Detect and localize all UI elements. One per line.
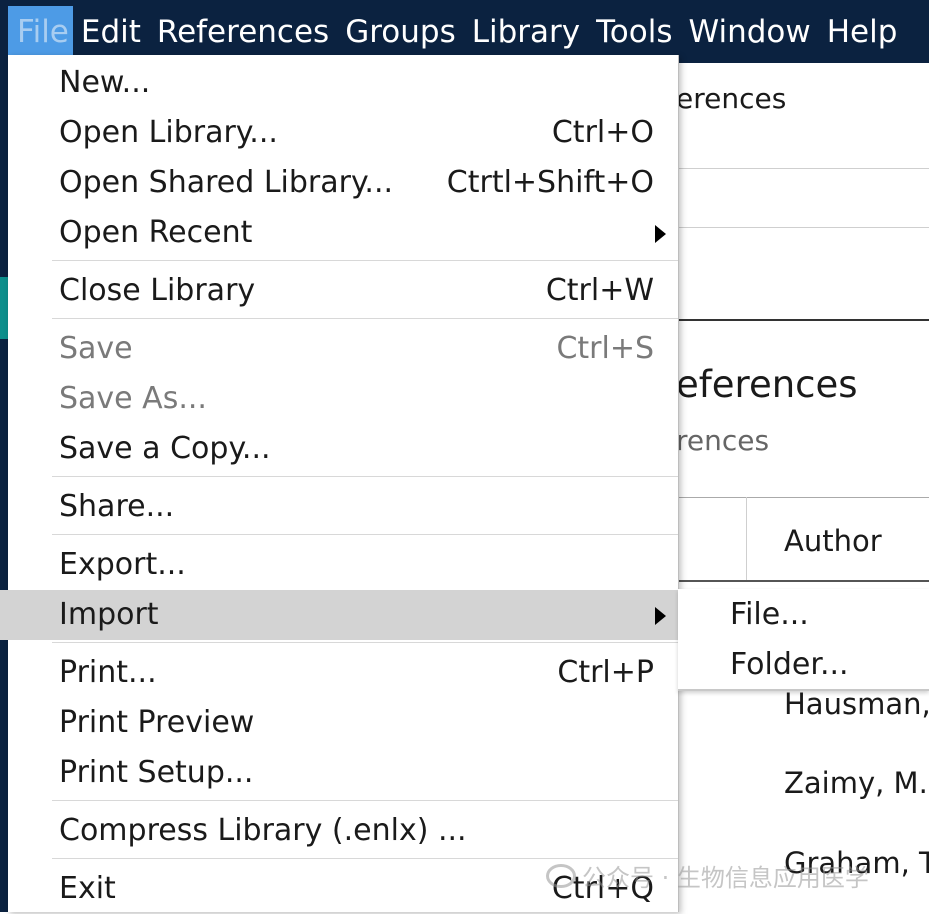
menu-item-print[interactable]: Print... Ctrl+P <box>8 648 678 698</box>
menu-item-compress-library[interactable]: Compress Library (.enlx) ... <box>8 806 678 856</box>
wechat-icon <box>546 863 576 888</box>
menu-help[interactable]: Help <box>819 6 906 58</box>
menu-separator <box>52 800 678 801</box>
menu-item-export[interactable]: Export... <box>8 540 678 590</box>
divider <box>676 168 929 169</box>
import-submenu: File... Folder... <box>678 589 929 691</box>
shortcut-label: Ctrl+W <box>545 273 654 308</box>
menu-item-label: Save a Copy... <box>59 431 271 466</box>
menu-item-label: Save As... <box>59 381 207 416</box>
pane-header: erences <box>676 82 787 115</box>
menu-item-print-preview[interactable]: Print Preview <box>8 698 678 748</box>
menu-window[interactable]: Window <box>681 6 819 58</box>
menu-separator <box>52 318 678 319</box>
menu-item-share[interactable]: Share... <box>8 482 678 532</box>
menu-item-import[interactable]: Import <box>0 590 678 640</box>
menu-bar: File Edit References Groups Library Tool… <box>0 0 929 63</box>
table-header-bottom-border <box>676 580 929 582</box>
menu-separator <box>52 534 678 535</box>
menu-item-label: Share... <box>59 489 175 524</box>
menu-item-label: Close Library <box>59 273 256 308</box>
author-cell[interactable]: Zaimy, M. <box>784 766 928 800</box>
table-header-top-border <box>676 497 929 498</box>
menu-item-label: Open Shared Library... <box>59 165 394 200</box>
menu-item-save-as: Save As... <box>8 374 678 424</box>
menu-references[interactable]: References <box>149 6 337 58</box>
shortcut-label: Ctrl+P <box>557 655 654 690</box>
submenu-arrow-icon <box>655 607 666 625</box>
submenu-arrow-icon <box>655 225 666 243</box>
menu-item-open-library[interactable]: Open Library... Ctrl+O <box>8 108 678 158</box>
menu-separator <box>52 260 678 261</box>
menu-item-label: Open Library... <box>59 115 278 150</box>
section-title: eferences <box>676 363 858 406</box>
menu-item-new[interactable]: New... <box>8 58 678 108</box>
shortcut-label: Ctrtl+Shift+O <box>446 165 654 200</box>
menu-item-save-a-copy[interactable]: Save a Copy... <box>8 424 678 474</box>
menu-groups[interactable]: Groups <box>337 6 464 58</box>
column-header-author[interactable]: Author <box>784 524 882 558</box>
menu-item-label: Save <box>59 331 133 366</box>
menu-item-label: Compress Library (.enlx) ... <box>59 813 467 848</box>
menu-library[interactable]: Library <box>464 6 588 58</box>
file-menu-dropdown: New... Open Library... Ctrl+O Open Share… <box>0 55 679 912</box>
shortcut-label: Ctrl+O <box>551 115 654 150</box>
menu-item-label: Exit <box>59 871 116 906</box>
menu-item-label: Print... <box>59 655 157 690</box>
divider <box>676 319 929 321</box>
menu-edit[interactable]: Edit <box>73 6 149 58</box>
menu-item-print-setup[interactable]: Print Setup... <box>8 748 678 798</box>
menu-item-label: New... <box>59 65 151 100</box>
watermark: 公众号 · 生物信息应用医学 <box>546 858 869 893</box>
menu-item-label: Print Setup... <box>59 755 254 790</box>
menu-item-label: Export... <box>59 547 186 582</box>
selected-item-indicator <box>0 277 8 339</box>
menu-item-label: Open Recent <box>59 215 253 250</box>
shortcut-label: Ctrl+S <box>556 331 654 366</box>
menu-item-open-recent[interactable]: Open Recent <box>8 208 678 258</box>
menu-file[interactable]: File <box>8 5 73 58</box>
menu-item-label: Import <box>59 597 159 632</box>
column-divider <box>746 497 747 581</box>
submenu-item-folder[interactable]: Folder... <box>730 640 849 690</box>
section-subtitle: rences <box>676 424 770 457</box>
left-sidebar-edge <box>0 63 8 912</box>
menu-item-open-shared-library[interactable]: Open Shared Library... Ctrtl+Shift+O <box>8 158 678 208</box>
menu-item-save: Save Ctrl+S <box>8 324 678 374</box>
menu-separator <box>52 476 678 477</box>
divider <box>676 227 929 228</box>
menu-item-close-library[interactable]: Close Library Ctrl+W <box>8 266 678 316</box>
menu-item-label: Print Preview <box>59 705 255 740</box>
menu-tools[interactable]: Tools <box>588 6 680 58</box>
menu-separator <box>52 642 678 643</box>
watermark-text: 公众号 · 生物信息应用医学 <box>582 864 869 892</box>
submenu-item-file[interactable]: File... <box>730 590 809 640</box>
author-cell[interactable]: Hausman, <box>784 687 929 721</box>
